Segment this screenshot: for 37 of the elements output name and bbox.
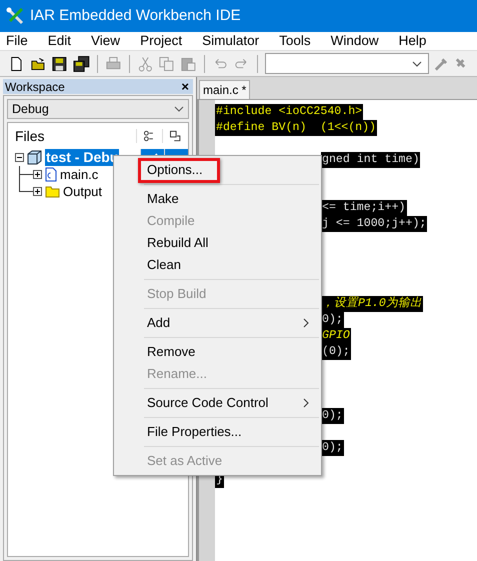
menu-item[interactable]: Remove — [114, 341, 319, 363]
config-dropdown[interactable]: Debug — [7, 99, 189, 119]
save-all-icon[interactable] — [73, 54, 90, 72]
menu-item[interactable]: Make — [114, 188, 319, 210]
chevron-right-icon — [303, 398, 309, 408]
menu-item[interactable]: File — [3, 30, 31, 52]
menu-item[interactable]: View — [88, 30, 124, 52]
close-button[interactable]: × — [181, 80, 189, 93]
menu-item[interactable]: Clean — [114, 254, 319, 276]
menu-item[interactable]: Simulator — [199, 30, 262, 52]
menu-item[interactable]: Project — [137, 30, 186, 52]
menu-item[interactable]: Window — [328, 30, 382, 52]
editor-tab[interactable]: main.c * — [199, 80, 250, 99]
menu-item[interactable]: Tools — [276, 30, 314, 52]
combo-box[interactable] — [265, 53, 430, 74]
expand-icon[interactable] — [33, 187, 42, 196]
window-title: IAR Embedded Workbench IDE — [30, 6, 241, 26]
menu-item[interactable]: Help — [396, 30, 430, 52]
menu-item[interactable]: Source Code Control — [114, 392, 319, 414]
tree-item[interactable]: main.c — [60, 166, 98, 183]
c-file-icon — [45, 167, 57, 182]
tree-item[interactable]: Output — [63, 183, 102, 200]
menu-item[interactable]: Rebuild All — [114, 232, 319, 254]
menu-item[interactable]: Add — [114, 312, 319, 334]
chevron-down-icon — [412, 60, 422, 66]
tools-icon — [6, 7, 24, 25]
collapse-icon[interactable] — [15, 153, 24, 162]
folder-icon — [45, 185, 60, 198]
save-icon[interactable] — [51, 54, 68, 72]
panel-title: Workspace — [5, 78, 65, 96]
chevron-down-icon — [174, 106, 184, 112]
cube-icon — [27, 150, 42, 165]
menu-item[interactable]: Edit — [44, 30, 74, 52]
column-header: Files — [14, 126, 46, 146]
expand-icon[interactable] — [33, 170, 42, 179]
menu-item[interactable]: File Properties... — [114, 421, 319, 443]
chevron-right-icon — [303, 318, 309, 328]
